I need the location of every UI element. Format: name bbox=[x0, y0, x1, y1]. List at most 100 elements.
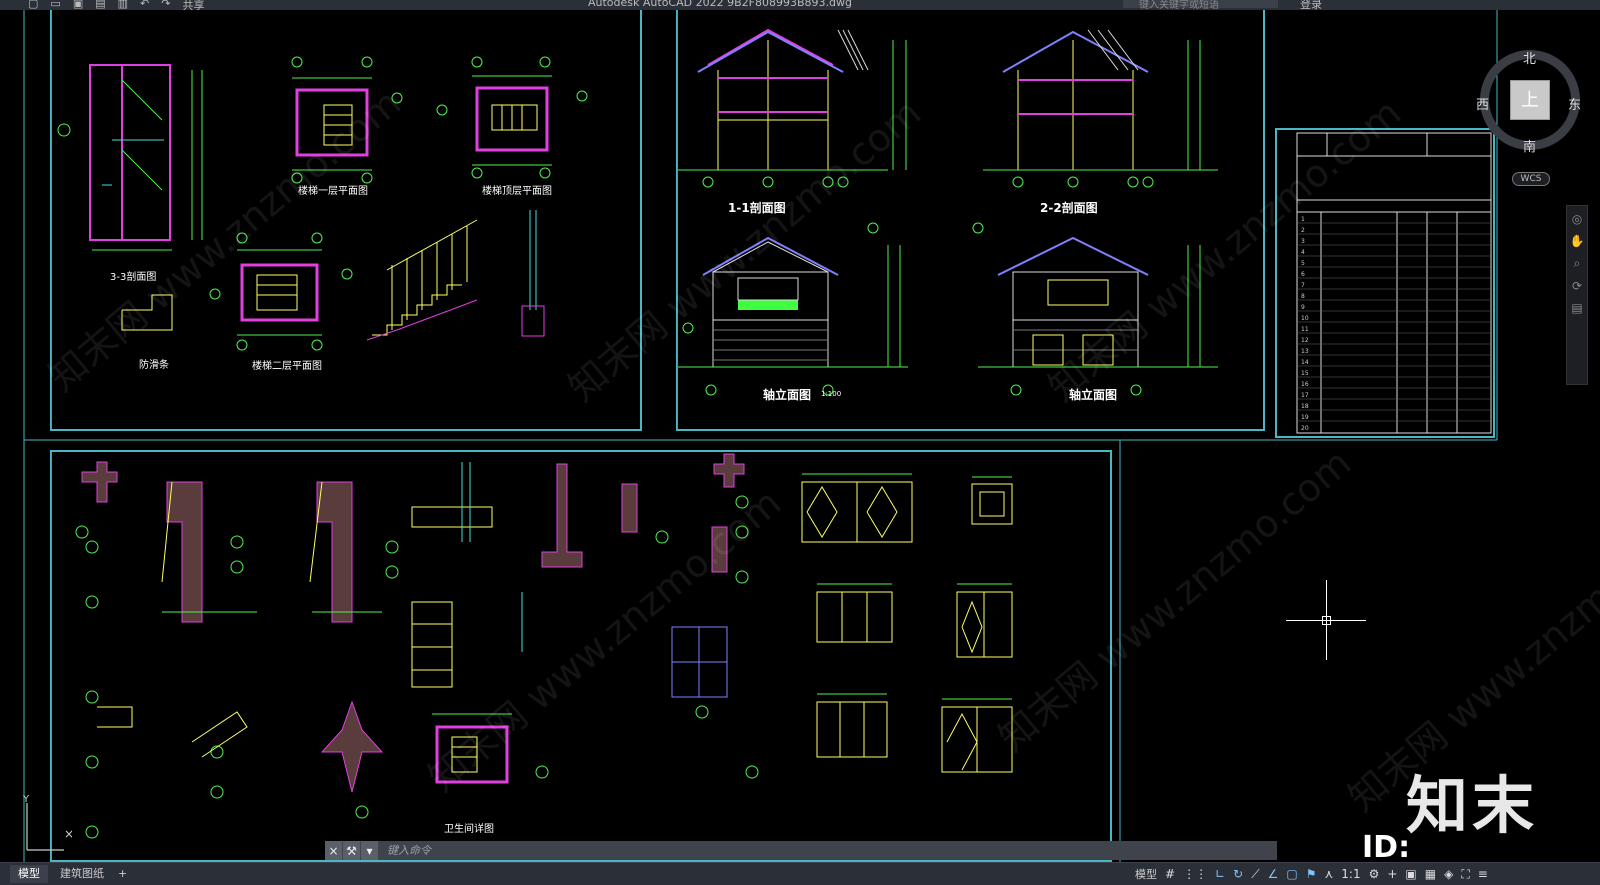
grid-icon[interactable]: # bbox=[1165, 867, 1175, 881]
snap-icon[interactable]: ⋮⋮ bbox=[1183, 867, 1207, 881]
steering-wheel-icon[interactable]: ◎ bbox=[1572, 212, 1582, 226]
drawing-title-stair-plan-1: 楼梯一层平面图 bbox=[298, 186, 368, 197]
new-file-icon[interactable]: ▢ bbox=[28, 0, 38, 10]
model-space-button[interactable]: 模型 bbox=[1135, 866, 1157, 882]
title-bar: ▢ ▭ ▣ ▤ ▥ ↶ ↷ 共享 Autodesk AutoCAD 2022 9… bbox=[0, 0, 1600, 10]
isodraft-icon[interactable]: ⟋ bbox=[1251, 867, 1259, 882]
drawing-title-section-1-1: 1-1剖面图 bbox=[728, 201, 786, 215]
plot-icon[interactable]: ▥ bbox=[118, 0, 128, 10]
quick-properties-icon[interactable]: ▦ bbox=[1425, 867, 1436, 881]
annotation-monitor-icon[interactable]: + bbox=[1387, 867, 1397, 881]
svg-text:6: 6 bbox=[1301, 271, 1305, 278]
svg-text:14: 14 bbox=[1301, 359, 1309, 366]
compass-west[interactable]: 西 bbox=[1476, 94, 1489, 113]
svg-text:5: 5 bbox=[1301, 260, 1305, 267]
detail-drawings bbox=[75, 453, 1013, 839]
drawing-title-elevation-1: 轴立面图 bbox=[763, 388, 812, 402]
login-button[interactable]: 登录 bbox=[1300, 0, 1322, 10]
drawing-title-bathroom: 卫生间详图 bbox=[444, 824, 494, 835]
add-layout-button[interactable]: + bbox=[110, 865, 135, 883]
command-line: × ⚒ ▾ 键入命令 bbox=[325, 841, 1277, 860]
svg-text:12: 12 bbox=[1301, 337, 1309, 344]
status-bar: 模型 建筑图纸 + 模型 # ⋮⋮ ∟ ↻ ⟋ ∠ ▢ ⚑ ⋏ 1:1 ⚙ + … bbox=[0, 862, 1600, 885]
svg-text:Y: Y bbox=[22, 795, 30, 805]
sheet-stairs: 3-3剖面图 楼梯一层平面图 楼梯顶层平面图 楼梯二层平面图 防滑条 bbox=[50, 10, 642, 431]
ucs-icon: Y × bbox=[22, 795, 72, 851]
svg-text:9: 9 bbox=[1301, 304, 1305, 311]
workspace-gear-icon[interactable]: ⚙ bbox=[1369, 867, 1380, 881]
isolate-objects-icon[interactable]: ◈ bbox=[1444, 867, 1453, 881]
status-toggles: 模型 # ⋮⋮ ∟ ↻ ⟋ ∠ ▢ ⚑ ⋏ 1:1 ⚙ + ▣ ▦ ◈ ⛶ ≡ bbox=[1135, 865, 1488, 883]
svg-text:11: 11 bbox=[1301, 326, 1309, 333]
open-file-icon[interactable]: ▭ bbox=[50, 0, 60, 10]
drawing-title-stair-plan-top: 楼梯顶层平面图 bbox=[482, 186, 552, 197]
drawing-title-stair-section: 3-3剖面图 bbox=[110, 272, 157, 283]
quick-access-toolbar: ▢ ▭ ▣ ▤ ▥ ↶ ↷ 共享 bbox=[28, 0, 204, 10]
object-snap-tracking-icon[interactable]: ∠ bbox=[1268, 867, 1279, 881]
drawing-title-stair-plan-2: 楼梯二层平面图 bbox=[252, 361, 322, 372]
orbit-icon[interactable]: ⟳ bbox=[1572, 279, 1582, 293]
sheet-drawing-list: 1234 5678 9 10 11 12 13 14 15 16 17 18 19 20 bbox=[1275, 128, 1495, 438]
compass-south[interactable]: 南 bbox=[1523, 136, 1536, 155]
auto-scale-icon[interactable]: ⋏ bbox=[1324, 867, 1333, 881]
pan-icon[interactable]: ✋ bbox=[1570, 234, 1585, 248]
drawing-list-table: 1234 5678 9101112 13141516 17181920 bbox=[1296, 132, 1492, 434]
object-snap-icon[interactable]: ▢ bbox=[1286, 867, 1297, 881]
svg-text:10: 10 bbox=[1301, 315, 1309, 322]
document-id: ID: 1126275357 bbox=[1362, 830, 1411, 862]
view-cube-top-face[interactable]: 上 bbox=[1510, 80, 1550, 120]
svg-text:20: 20 bbox=[1301, 425, 1309, 432]
customization-menu-icon[interactable]: ≡ bbox=[1478, 867, 1488, 881]
svg-text:16: 16 bbox=[1301, 381, 1309, 388]
wcs-menu-button[interactable]: WCS bbox=[1512, 172, 1550, 186]
svg-text:7: 7 bbox=[1301, 282, 1305, 289]
command-input[interactable]: 键入命令 bbox=[379, 841, 1277, 860]
drawing-canvas[interactable]: 3-3剖面图 楼梯一层平面图 楼梯顶层平面图 楼梯二层平面图 防滑条 1-1剖面… bbox=[0, 10, 1600, 862]
cmdline-recent-commands-icon[interactable]: ▾ bbox=[361, 841, 379, 860]
units-icon[interactable]: ▣ bbox=[1405, 867, 1416, 881]
clean-screen-icon[interactable]: ⛶ bbox=[1461, 867, 1469, 882]
window-title: Autodesk AutoCAD 2022 9B2F808993B893.dwg bbox=[588, 0, 852, 9]
drawing-title-elevation-2: 轴立面图 bbox=[1069, 388, 1118, 402]
drawing-title-section-2-2: 2-2剖面图 bbox=[1040, 201, 1098, 215]
svg-text:4: 4 bbox=[1301, 249, 1305, 256]
polar-tracking-icon[interactable]: ↻ bbox=[1233, 867, 1243, 881]
annotation-visibility-icon[interactable]: ⚑ bbox=[1306, 867, 1317, 881]
undo-icon[interactable]: ↶ bbox=[140, 0, 149, 10]
svg-text:19: 19 bbox=[1301, 414, 1309, 421]
svg-text:3: 3 bbox=[1301, 238, 1305, 245]
sheet-title-strip bbox=[30, 10, 52, 429]
svg-text:15: 15 bbox=[1301, 370, 1309, 377]
section-elevation-drawings bbox=[678, 28, 1218, 396]
svg-text:17: 17 bbox=[1301, 392, 1309, 399]
share-button[interactable]: 共享 bbox=[182, 0, 204, 10]
svg-text:18: 18 bbox=[1301, 403, 1309, 410]
compass-east[interactable]: 东 bbox=[1568, 94, 1581, 113]
navigation-bar: ◎ ✋ ⌕ ⟳ ▤ bbox=[1566, 205, 1588, 385]
svg-text:13: 13 bbox=[1301, 348, 1309, 355]
cursor-pickbox bbox=[1322, 616, 1331, 625]
save-as-icon[interactable]: ▤ bbox=[95, 0, 105, 10]
svg-text:1: 1 bbox=[1301, 216, 1305, 223]
sheet-title-strip bbox=[656, 10, 678, 429]
cmdline-customize-icon[interactable]: ⚒ bbox=[343, 841, 361, 860]
compass-north[interactable]: 北 bbox=[1523, 48, 1536, 67]
sheet-details: 卫生间详图 bbox=[50, 450, 1112, 862]
tab-model[interactable]: 模型 bbox=[10, 865, 48, 883]
drawing-scale-label: 1:100 bbox=[821, 390, 842, 398]
search-input[interactable]: 键入关键字或短语 bbox=[1123, 0, 1278, 10]
save-icon[interactable]: ▣ bbox=[73, 0, 83, 10]
sheet-elevations: 1-1剖面图 2-2剖面图 轴立面图 轴立面图 1:100 bbox=[676, 10, 1265, 431]
svg-text:8: 8 bbox=[1301, 293, 1305, 300]
redo-icon[interactable]: ↷ bbox=[161, 0, 170, 10]
tab-layout[interactable]: 建筑图纸 bbox=[52, 865, 112, 883]
ortho-icon[interactable]: ∟ bbox=[1215, 867, 1225, 881]
svg-text:×: × bbox=[64, 827, 72, 841]
showmotion-icon[interactable]: ▤ bbox=[1571, 301, 1582, 315]
drawing-title-anti-slip: 防滑条 bbox=[139, 360, 169, 371]
view-cube[interactable]: 上 北 南 西 东 bbox=[1476, 48, 1581, 155]
cmdline-close-icon[interactable]: × bbox=[325, 841, 343, 860]
zoom-icon[interactable]: ⌕ bbox=[1574, 256, 1581, 271]
annotation-scale-button[interactable]: 1:1 bbox=[1341, 867, 1360, 881]
svg-text:2: 2 bbox=[1301, 227, 1305, 234]
